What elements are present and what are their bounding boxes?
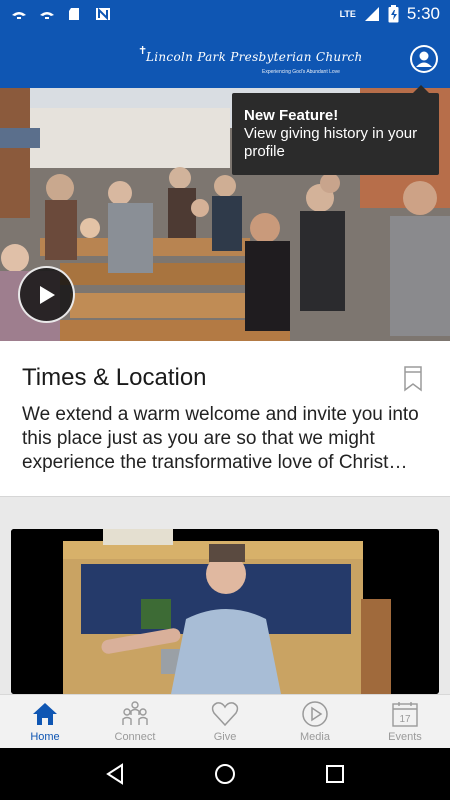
tooltip-title: New Feature! — [244, 107, 339, 124]
network-type: LTE — [339, 9, 356, 19]
system-navigation-bar — [0, 748, 450, 800]
status-right-icons: LTE 5:30 — [340, 4, 440, 24]
people-icon — [122, 701, 148, 725]
nav-home[interactable]: Home — [0, 695, 90, 748]
nav-media-label: Media — [300, 731, 330, 743]
times-location-card[interactable]: Times & Location We extend a warm welcom… — [0, 341, 450, 497]
home-icon — [33, 703, 57, 725]
bottom-navigation: Home Connect Give Media 17 Events — [0, 694, 450, 748]
tooltip-body: View giving history in your profile — [244, 125, 418, 160]
play-circle-icon — [302, 701, 328, 727]
app-header: ✝ Lincoln Park Presbyterian Church Exper… — [0, 28, 450, 88]
nav-give-label: Give — [213, 731, 237, 743]
sd-card-icon — [69, 8, 79, 20]
logo-tagline: Experiencing God's Abundant Love — [262, 69, 340, 75]
nav-events[interactable]: 17 Events — [360, 695, 450, 748]
play-icon — [39, 285, 55, 304]
nav-connect[interactable]: Connect — [90, 695, 180, 748]
back-icon[interactable] — [104, 763, 126, 785]
signal-icon — [364, 7, 379, 21]
recents-icon[interactable] — [324, 763, 346, 785]
calendar-day: 17 — [399, 714, 411, 725]
nav-media[interactable]: Media — [270, 695, 360, 748]
person-icon — [412, 47, 436, 71]
bookmark-icon[interactable] — [403, 366, 423, 392]
card-description: We extend a warm welcome and invite you … — [22, 404, 419, 473]
app-screen: LTE 5:30 ✝ Lincoln Park Presbyterian Chu… — [0, 0, 450, 800]
battery-icon — [388, 5, 399, 23]
video-card[interactable] — [11, 529, 439, 694]
nav-home-label: Home — [30, 731, 60, 743]
n-app-icon — [96, 7, 110, 21]
notification-icon — [40, 12, 54, 19]
calendar-icon: 17 — [392, 702, 418, 727]
nav-events-label: Events — [388, 731, 422, 743]
nav-give[interactable]: Give — [180, 695, 270, 748]
church-logo: ✝ Lincoln Park Presbyterian Church Exper… — [138, 44, 362, 84]
home-circle-icon[interactable] — [214, 763, 236, 785]
clock: 5:30 — [406, 4, 440, 23]
play-video-button[interactable] — [18, 266, 75, 323]
notification-icon — [12, 12, 26, 19]
profile-button[interactable] — [410, 45, 438, 73]
heart-icon — [211, 702, 239, 727]
nav-connect-label: Connect — [114, 731, 156, 743]
status-left-icons — [10, 7, 112, 21]
sermon-video-thumbnail — [11, 529, 439, 694]
new-feature-tooltip[interactable]: New Feature! View giving history in your… — [232, 85, 439, 175]
status-bar: LTE 5:30 — [0, 0, 450, 28]
logo-text: Lincoln Park Presbyterian Church — [146, 50, 363, 64]
card-title: Times & Location — [22, 364, 207, 391]
